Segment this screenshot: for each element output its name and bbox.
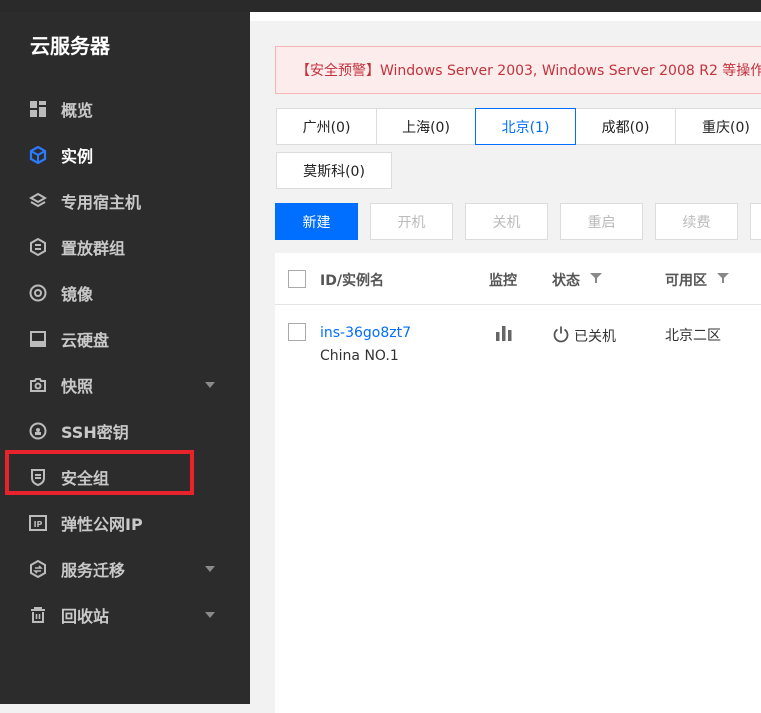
alert-text: 【安全预警】Windows Server 2003, Windows Serve…	[296, 63, 761, 79]
power-icon	[552, 325, 570, 347]
start-button[interactable]: 开机	[370, 203, 453, 240]
sidebar-item-eip[interactable]: IP 弹性公网IP	[0, 500, 250, 546]
shutdown-button[interactable]: 关机	[465, 203, 548, 240]
tab-region-guangzhou[interactable]: 广州(0)	[276, 108, 377, 145]
trash-icon	[29, 606, 47, 624]
security-alert-banner: 【安全预警】Windows Server 2003, Windows Serve…	[275, 46, 761, 94]
key-icon	[29, 422, 47, 440]
instance-name: China NO.1	[320, 348, 399, 364]
chevron-down-icon	[204, 377, 216, 393]
sidebar-item-label: 弹性公网IP	[61, 515, 143, 534]
button-label: 关机	[492, 214, 521, 231]
button-label: 续费	[682, 214, 711, 231]
svg-text:IP: IP	[34, 520, 43, 529]
disk-icon	[29, 330, 47, 348]
row-checkbox[interactable]	[288, 323, 306, 341]
hexagon-icon	[29, 238, 47, 256]
tab-label: 成都(0)	[601, 119, 650, 136]
tab-region-shanghai[interactable]: 上海(0)	[376, 108, 476, 145]
column-header-id: ID/实例名	[320, 270, 384, 290]
sidebar-item-images[interactable]: 镜像	[0, 270, 250, 316]
instance-id-link[interactable]: ins-36go8zt7	[320, 325, 411, 341]
column-header-status[interactable]: 状态	[552, 270, 602, 290]
tab-label: 北京(1)	[501, 119, 550, 136]
sidebar-item-label: 概览	[61, 101, 94, 120]
tab-label: 上海(0)	[402, 119, 450, 136]
sidebar: 云服务器 概览 实例 专用宿主机 置放群组 镜像 云硬盘 快照 SSH密钥 安全…	[0, 12, 250, 704]
table-header: ID/实例名 监控 状态 可用区	[275, 253, 761, 305]
security-group-highlight	[5, 450, 194, 495]
restart-button[interactable]: 重启	[560, 203, 643, 240]
tab-region-moscow[interactable]: 莫斯科(0)	[276, 152, 392, 189]
sidebar-title: 云服务器	[30, 34, 110, 58]
top-bar	[0, 0, 761, 12]
sidebar-item-overview[interactable]: 概览	[0, 86, 250, 132]
dashboard-icon	[29, 100, 47, 118]
more-button[interactable]	[750, 203, 761, 240]
sidebar-item-migration[interactable]: 服务迁移	[0, 546, 250, 592]
tab-region-chongqing[interactable]: 重庆(0)	[675, 108, 761, 145]
instance-table: ID/实例名 监控 状态 可用区 ins-36go8zt7 China NO.1…	[275, 253, 761, 713]
sidebar-item-cloud-disk[interactable]: 云硬盘	[0, 316, 250, 362]
sidebar-item-placement-group[interactable]: 置放群组	[0, 224, 250, 270]
sidebar-item-label: 置放群组	[61, 239, 126, 258]
tab-region-chengdu[interactable]: 成都(0)	[575, 108, 676, 145]
camera-icon	[29, 376, 47, 394]
column-label: 监控	[489, 273, 517, 289]
layers-icon	[29, 192, 47, 210]
tab-region-beijing[interactable]: 北京(1)	[475, 108, 576, 145]
chevron-down-icon	[204, 561, 216, 577]
ip-icon: IP	[29, 514, 47, 532]
select-all-checkbox[interactable]	[288, 270, 306, 288]
button-label: 新建	[302, 214, 331, 231]
status-text: 已关机	[574, 329, 616, 345]
sidebar-item-snapshot[interactable]: 快照	[0, 362, 250, 408]
renew-button[interactable]: 续费	[655, 203, 738, 240]
sidebar-item-label: 实例	[61, 147, 94, 166]
column-label: 状态	[552, 273, 580, 289]
instance-zone: 北京二区	[665, 328, 721, 344]
new-instance-button[interactable]: 新建	[275, 203, 358, 240]
main-content: 【安全预警】Windows Server 2003, Windows Serve…	[250, 12, 761, 713]
button-label: 开机	[397, 214, 426, 231]
sidebar-item-dedicated-host[interactable]: 专用宿主机	[0, 178, 250, 224]
sidebar-item-label: SSH密钥	[61, 423, 129, 442]
cube-icon	[29, 146, 47, 164]
column-label: ID/实例名	[320, 273, 384, 289]
migrate-icon	[29, 560, 47, 578]
bar-chart-icon[interactable]	[495, 325, 513, 345]
tab-label: 广州(0)	[302, 119, 351, 136]
column-header-zone[interactable]: 可用区	[665, 270, 729, 290]
sidebar-item-label: 镜像	[61, 285, 94, 304]
sidebar-item-label: 快照	[61, 377, 94, 396]
sidebar-item-label: 云硬盘	[61, 331, 110, 350]
sidebar-item-label: 专用宿主机	[61, 193, 142, 212]
main-top-strip	[250, 12, 761, 21]
chevron-down-icon	[204, 607, 216, 623]
sidebar-item-recycle-bin[interactable]: 回收站	[0, 592, 250, 638]
disc-icon	[29, 284, 47, 302]
sidebar-item-instances[interactable]: 实例	[0, 132, 250, 178]
button-label: 重启	[587, 214, 616, 231]
sidebar-item-label: 服务迁移	[61, 561, 126, 580]
tab-label: 莫斯科(0)	[303, 163, 365, 180]
column-header-monitor: 监控	[489, 270, 517, 290]
filter-icon[interactable]	[590, 272, 602, 288]
sidebar-item-ssh-key[interactable]: SSH密钥	[0, 408, 250, 454]
sidebar-item-label: 回收站	[61, 607, 110, 626]
tab-label: 重庆(0)	[702, 119, 750, 136]
column-label: 可用区	[665, 273, 707, 289]
filter-icon[interactable]	[717, 272, 729, 288]
instance-status: 已关机	[552, 325, 616, 347]
